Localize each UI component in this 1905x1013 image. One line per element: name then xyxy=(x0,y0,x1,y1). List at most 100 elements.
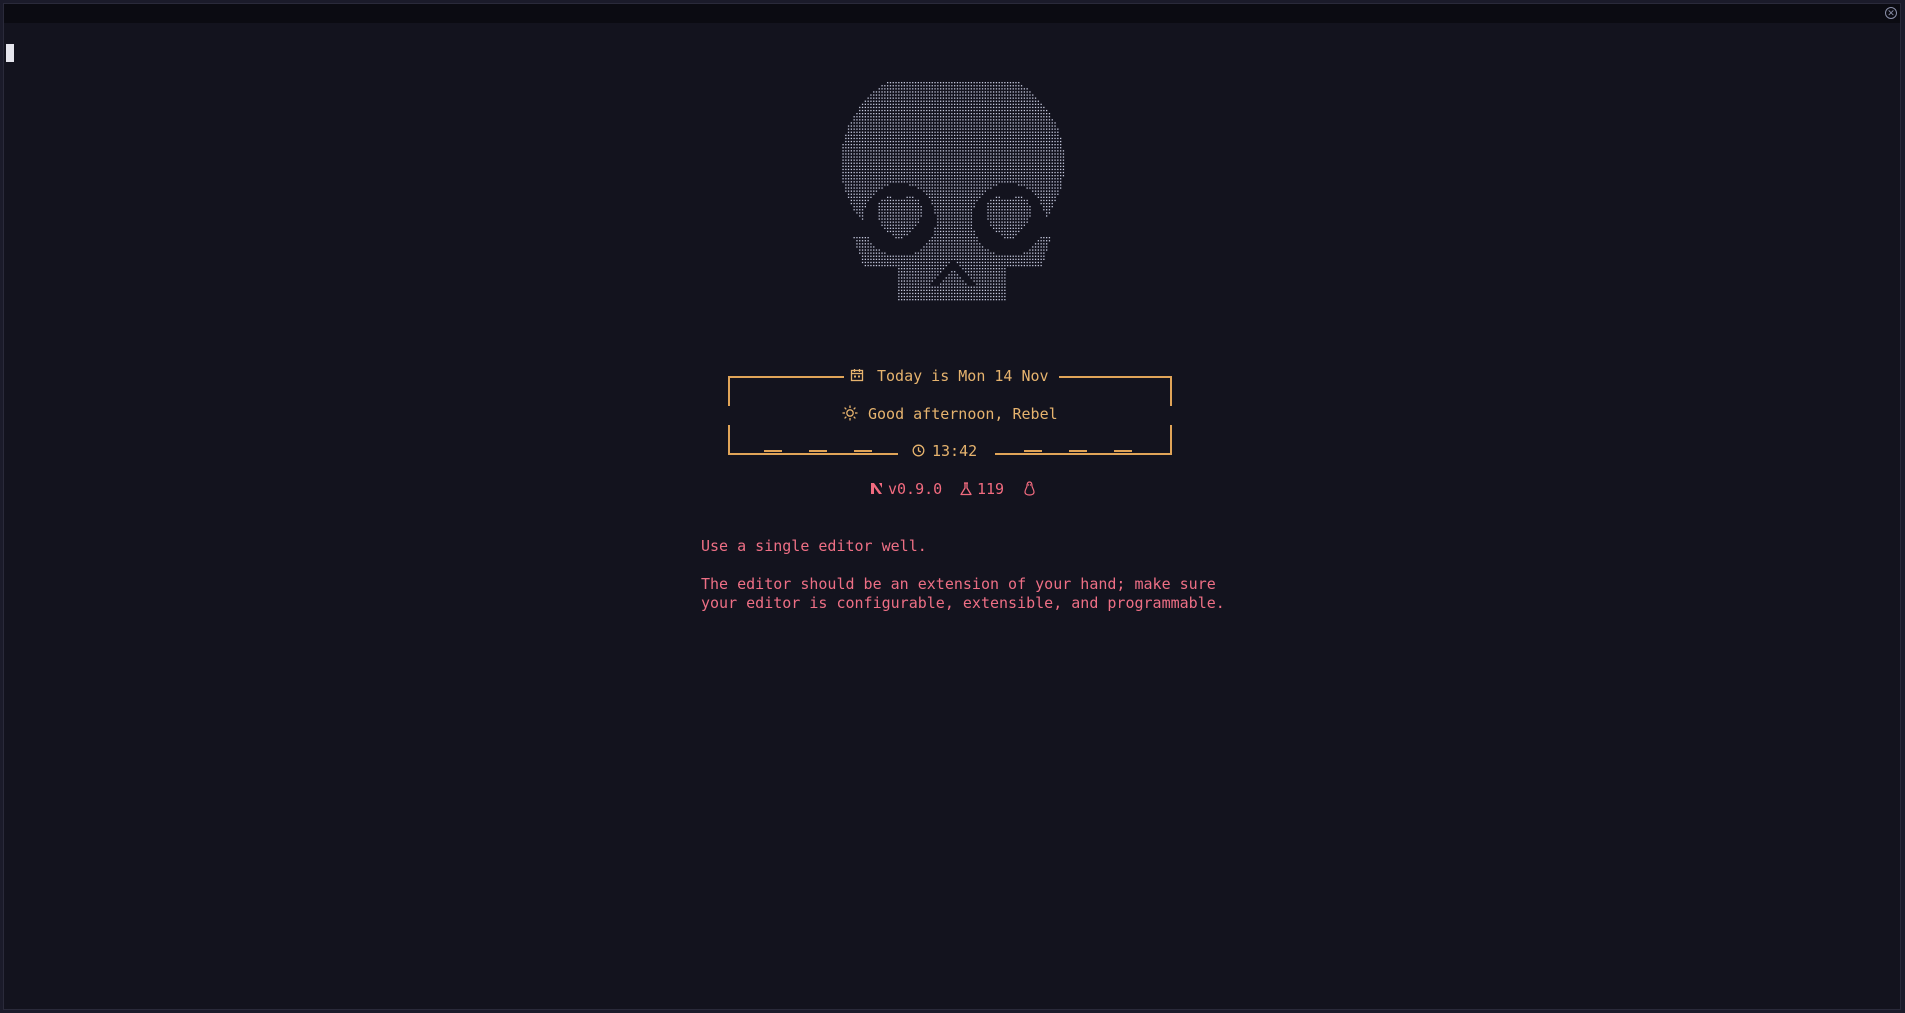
skull-dot xyxy=(887,100,889,102)
skull-dot xyxy=(1023,88,1025,90)
skull-dot xyxy=(942,258,945,260)
skull-dot xyxy=(856,140,858,143)
skull-dot xyxy=(881,224,883,226)
skull-dot xyxy=(1015,221,1017,223)
skull-dot xyxy=(970,299,972,301)
skull-dot xyxy=(1037,150,1039,152)
skull-dot xyxy=(979,261,981,264)
skull-dot xyxy=(1040,249,1042,251)
skull-dot xyxy=(1015,233,1017,236)
skull-dot xyxy=(995,106,998,109)
skull-dot xyxy=(912,218,914,220)
skull-dot xyxy=(1037,243,1039,245)
skull-dot xyxy=(887,144,889,146)
skull-dot xyxy=(956,106,959,109)
skull-dot xyxy=(940,258,942,260)
skull-dot xyxy=(898,227,900,229)
skull-dot xyxy=(920,91,922,93)
skull-dot xyxy=(931,193,933,195)
skull-dot xyxy=(967,206,970,208)
skull-dot xyxy=(884,97,886,99)
skull-dot xyxy=(973,230,975,233)
skull-dot xyxy=(948,162,950,164)
skull-dot xyxy=(884,258,886,260)
skull-dot xyxy=(962,215,964,217)
skull-dot xyxy=(981,82,984,84)
skull-dot xyxy=(903,178,905,180)
skull-dot xyxy=(990,122,992,124)
skull-dot xyxy=(1060,137,1062,140)
skull-dot xyxy=(931,134,933,136)
skull-dot xyxy=(875,103,878,105)
skull-dot xyxy=(909,82,911,84)
skull-dot xyxy=(1057,165,1059,167)
skull-dot xyxy=(937,187,939,189)
skull-dot xyxy=(1029,94,1031,96)
skull-dot xyxy=(937,137,939,140)
skull-dot xyxy=(954,237,956,239)
skull-dot xyxy=(942,150,945,152)
skull-dot xyxy=(1004,289,1006,291)
skull-dot xyxy=(967,137,970,140)
skull-dot xyxy=(1001,171,1003,174)
skull-dot xyxy=(965,82,967,84)
skull-dot xyxy=(926,140,928,143)
skull-dot xyxy=(926,193,928,195)
skull-dot xyxy=(1001,292,1003,295)
skull-dot xyxy=(873,258,875,260)
skull-dot xyxy=(1054,162,1056,164)
skull-dot xyxy=(901,144,903,146)
skull-dot xyxy=(1062,159,1065,161)
skull-dot xyxy=(1034,181,1037,183)
skull-dot xyxy=(875,153,878,155)
skull-dot xyxy=(859,246,861,248)
skull-dot xyxy=(861,153,864,155)
skull-dot xyxy=(973,292,975,295)
skull-dot xyxy=(970,230,972,233)
skull-dot xyxy=(923,187,925,189)
skull-dot xyxy=(993,181,995,183)
skull-dot xyxy=(1062,162,1065,164)
skull-dot xyxy=(1040,168,1042,171)
skull-dot xyxy=(987,286,989,288)
skull-dot xyxy=(881,171,883,174)
skull-dot xyxy=(1046,113,1048,115)
skull-dot xyxy=(959,140,961,143)
skull-dot xyxy=(1048,156,1051,158)
skull-dot xyxy=(1048,190,1051,192)
skull-dot xyxy=(923,162,925,164)
skull-dot xyxy=(909,221,911,223)
skull-dot xyxy=(954,258,956,260)
skull-dot xyxy=(990,187,992,189)
skull-dot xyxy=(1046,119,1048,121)
skull-dot xyxy=(909,261,911,264)
skull-dot xyxy=(870,94,872,96)
skull-dot xyxy=(973,249,975,251)
skull-dot xyxy=(937,295,939,298)
skull-dot xyxy=(928,292,931,295)
skull-dot xyxy=(912,268,914,270)
skull-dot xyxy=(875,159,878,161)
skull-dot xyxy=(1012,131,1014,133)
skull-dot xyxy=(895,215,897,217)
skull-dot xyxy=(1057,131,1059,133)
skull-dot xyxy=(845,150,847,152)
skull-dot xyxy=(970,125,972,127)
skull-dot xyxy=(903,171,905,174)
skull-dot xyxy=(956,280,959,282)
skull-dot xyxy=(892,125,894,127)
skull-dot xyxy=(942,283,945,285)
skull-dot xyxy=(1012,209,1014,211)
skull-dot xyxy=(1004,171,1006,174)
skull-dot xyxy=(1001,128,1003,130)
skull-dot xyxy=(867,106,869,109)
skull-dot xyxy=(1054,181,1056,183)
skull-dot xyxy=(934,116,936,118)
skull-dot xyxy=(990,258,992,260)
skull-dot xyxy=(906,100,908,102)
skull-dot xyxy=(937,125,939,127)
skull-dot xyxy=(1018,91,1020,93)
skull-dot xyxy=(931,128,933,130)
skull-dot xyxy=(909,171,911,174)
skull-dot xyxy=(906,165,908,167)
